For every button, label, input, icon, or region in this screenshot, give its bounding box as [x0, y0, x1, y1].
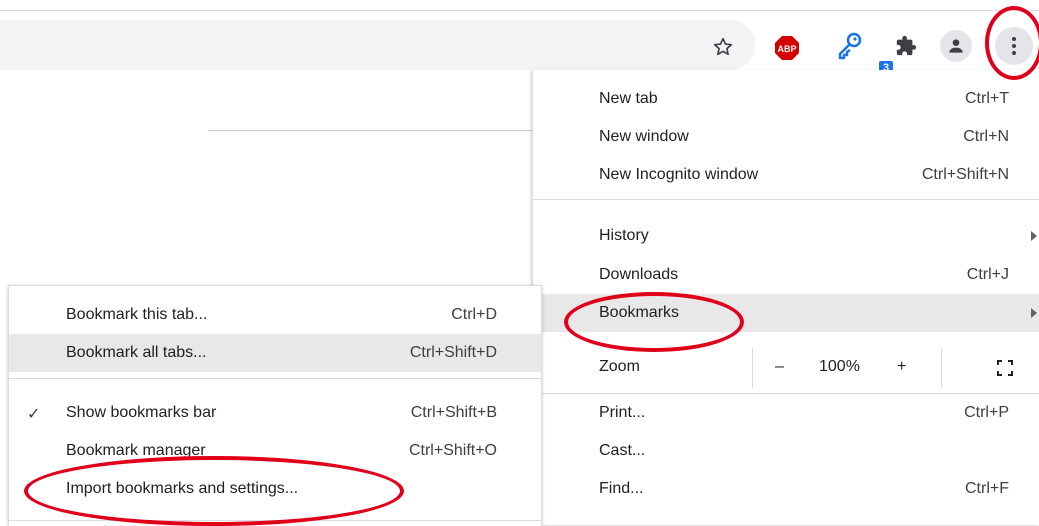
menu-item-new-window[interactable]: New window Ctrl+N: [533, 118, 1039, 156]
submenu-item-shortcut: Ctrl+D: [451, 306, 497, 323]
menu-item-downloads[interactable]: Downloads Ctrl+J: [533, 256, 1039, 294]
abp-label: ABP: [777, 44, 796, 54]
check-icon: ✓: [27, 406, 41, 423]
menu-item-label: Print...: [599, 404, 646, 421]
menu-item-label: Find...: [599, 480, 644, 497]
puzzle-piece-icon: [896, 35, 917, 56]
zoom-divider: [752, 348, 753, 388]
adblock-stop-icon: ABP: [775, 36, 799, 60]
menu-item-shortcut: Ctrl+T: [965, 90, 1009, 107]
extensions-button[interactable]: [891, 31, 921, 61]
fullscreen-button[interactable]: [997, 360, 1013, 376]
zoom-level: 100%: [819, 358, 860, 375]
submenu-item-label: Bookmark all tabs...: [66, 344, 207, 361]
menu-item-shortcut: Ctrl+N: [963, 128, 1009, 145]
zoom-in-button[interactable]: +: [897, 358, 906, 376]
menu-item-label: History: [599, 227, 649, 244]
address-bar[interactable]: [0, 20, 755, 70]
submenu-item-label: Import bookmarks and settings...: [66, 480, 299, 497]
menu-item-new-incognito-window[interactable]: New Incognito window Ctrl+Shift+N: [533, 156, 1039, 194]
zoom-divider: [941, 348, 942, 388]
submenu-item-label: Show bookmarks bar: [66, 404, 217, 421]
submenu-item-label: Bookmark manager: [66, 442, 206, 459]
submenu-item-import-bookmarks[interactable]: Import bookmarks and settings...: [9, 470, 541, 508]
menu-item-shortcut: Ctrl+Shift+N: [921, 166, 1009, 183]
zoom-label: Zoom: [599, 358, 640, 375]
kebab-menu-icon: [995, 27, 1033, 65]
fullscreen-icon: [997, 360, 1013, 376]
menu-item-label: New tab: [599, 90, 658, 107]
submenu-item-label: Bookmark this tab...: [66, 306, 208, 323]
menu-item-shortcut: Ctrl+F: [965, 480, 1009, 497]
profile-button[interactable]: [938, 28, 974, 64]
bookmarks-submenu: Bookmark this tab... Ctrl+D Bookmark all…: [8, 285, 542, 526]
submenu-item-bookmark-all-tabs[interactable]: Bookmark all tabs... Ctrl+Shift+D: [9, 334, 541, 372]
password-manager-button[interactable]: [832, 28, 868, 64]
adblock-plus-button[interactable]: ABP: [770, 31, 804, 65]
menu-item-cast[interactable]: Cast...: [533, 432, 1039, 470]
submenu-item-bookmark-manager[interactable]: Bookmark manager Ctrl+Shift+O: [9, 432, 541, 470]
submenu-item-shortcut: Ctrl+Shift+O: [408, 442, 497, 459]
menu-item-new-tab[interactable]: New tab Ctrl+T: [533, 80, 1039, 118]
menu-item-bookmarks[interactable]: Bookmarks: [533, 294, 1039, 332]
menu-item-print[interactable]: Print... Ctrl+P: [533, 394, 1039, 432]
menu-separator: [533, 199, 1039, 200]
star-outline-icon: [713, 37, 733, 56]
chrome-menu-button[interactable]: [994, 26, 1034, 66]
menu-item-label: New Incognito window: [599, 166, 759, 183]
menu-item-shortcut: Ctrl+P: [964, 404, 1009, 421]
menu-item-label: Cast...: [599, 442, 646, 459]
submenu-item-show-bookmarks-bar[interactable]: ✓ Show bookmarks bar Ctrl+Shift+B: [9, 394, 541, 432]
menu-item-find[interactable]: Find... Ctrl+F: [533, 470, 1039, 508]
person-icon: [949, 39, 963, 53]
key-icon: [838, 32, 862, 60]
page-content-divider: [208, 130, 538, 131]
zoom-out-button[interactable]: –: [775, 358, 784, 376]
menu-item-label: New window: [599, 128, 689, 145]
bookmark-star-button[interactable]: [708, 32, 738, 62]
submenu-item-bookmark-this-tab[interactable]: Bookmark this tab... Ctrl+D: [9, 296, 541, 334]
avatar: [940, 30, 972, 62]
menu-item-shortcut: Ctrl+J: [966, 266, 1009, 283]
submenu-arrow-icon: [1031, 231, 1037, 241]
submenu-item-shortcut: Ctrl+Shift+D: [409, 344, 497, 361]
menu-item-label: Bookmarks: [599, 304, 680, 321]
menu-item-zoom: Zoom – 100% +: [533, 348, 1039, 388]
menu-item-history[interactable]: History: [533, 217, 1039, 255]
menu-item-label: Downloads: [599, 266, 679, 283]
submenu-separator: [9, 378, 541, 379]
submenu-separator: [9, 520, 541, 521]
submenu-arrow-icon: [1031, 308, 1037, 318]
top-divider: [0, 10, 1039, 11]
chrome-main-menu: New tab Ctrl+T New window Ctrl+N New Inc…: [532, 70, 1039, 525]
submenu-item-shortcut: Ctrl+Shift+B: [410, 404, 497, 421]
